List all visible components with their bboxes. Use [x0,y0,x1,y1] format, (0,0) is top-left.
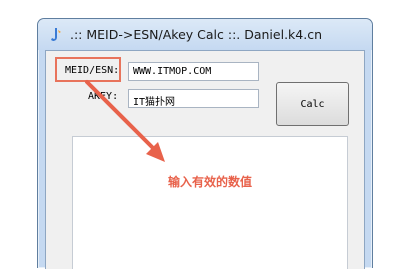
annotation-arrow [85,80,165,162]
annotation-text: 输入有效的数值 [168,175,253,189]
